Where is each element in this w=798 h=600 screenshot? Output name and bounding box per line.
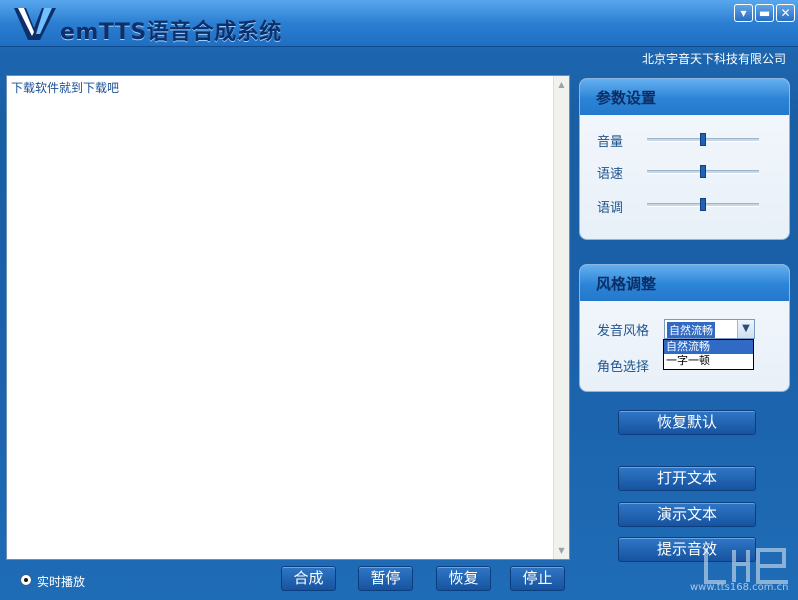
pause-button[interactable]: 暂停 (358, 566, 413, 591)
pitch-slider-thumb[interactable] (700, 198, 706, 211)
close-icon: ✕ (780, 6, 791, 20)
title-bar[interactable]: emTTS语音合成系统 ▾ ▬ ✕ (0, 0, 798, 47)
scroll-up-icon[interactable]: ▲ (555, 77, 568, 92)
watermark-url: www.tts168.com.cn (690, 582, 789, 593)
speed-slider[interactable] (647, 165, 759, 178)
text-editor[interactable]: 下载软件就到下载吧 ▲ ▼ (6, 75, 570, 560)
voice-style-option[interactable]: 一字一顿 (664, 354, 753, 368)
demo-text-button[interactable]: 演示文本 (618, 502, 756, 527)
stop-button[interactable]: 停止 (510, 566, 565, 591)
editor-text[interactable]: 下载软件就到下载吧 (11, 79, 119, 96)
minimize-icon: ▬ (758, 6, 771, 20)
speed-label: 语速 (597, 167, 624, 182)
app-title: emTTS语音合成系统 (60, 20, 282, 45)
company-name: 北京宇音天下科技有限公司 (641, 52, 786, 66)
synthesize-button[interactable]: 合成 (281, 566, 336, 591)
params-panel: 参数设置 音量 语速 语调 (579, 78, 790, 240)
scroll-down-icon[interactable]: ▼ (555, 543, 568, 558)
style-panel-title: 风格调整 (580, 265, 789, 301)
minimize-button[interactable]: ▬ (755, 4, 774, 22)
params-panel-title: 参数设置 (580, 79, 789, 115)
volume-slider[interactable] (647, 133, 759, 146)
dropdown-arrow-icon[interactable]: ▼ (737, 320, 754, 338)
help-icon: ▾ (740, 6, 747, 20)
volume-label: 音量 (597, 135, 624, 150)
speed-slider-thumb[interactable] (700, 165, 706, 178)
voice-style-label: 发音风格 (597, 324, 650, 339)
vertical-scrollbar[interactable]: ▲ ▼ (553, 76, 569, 559)
help-button[interactable]: ▾ (734, 4, 753, 22)
style-panel: 风格调整 发音风格 自然流畅 ▼ 角色选择 (579, 264, 790, 392)
role-select-label: 角色选择 (597, 360, 650, 375)
voice-style-select[interactable]: 自然流畅 ▼ (664, 319, 755, 339)
voice-style-dropdown[interactable]: 自然流畅 一字一顿 (663, 339, 754, 370)
logo-icon (14, 8, 56, 40)
volume-slider-thumb[interactable] (700, 133, 706, 146)
pitch-label: 语调 (597, 201, 624, 216)
resume-button[interactable]: 恢复 (436, 566, 491, 591)
open-text-button[interactable]: 打开文本 (618, 466, 756, 491)
main-window: emTTS语音合成系统 ▾ ▬ ✕ 北京宇音天下科技有限公司 下载软件就到下载吧… (0, 0, 798, 600)
close-button[interactable]: ✕ (776, 4, 795, 22)
pitch-slider[interactable] (647, 198, 759, 211)
voice-style-option[interactable]: 自然流畅 (664, 340, 753, 354)
prompt-sound-button[interactable]: 提示音效 (618, 537, 756, 562)
realtime-play-label: 实时播放 (37, 575, 86, 589)
realtime-play-radio[interactable] (20, 574, 32, 586)
restore-default-button[interactable]: 恢复默认 (618, 410, 756, 435)
voice-style-value: 自然流畅 (667, 322, 715, 338)
